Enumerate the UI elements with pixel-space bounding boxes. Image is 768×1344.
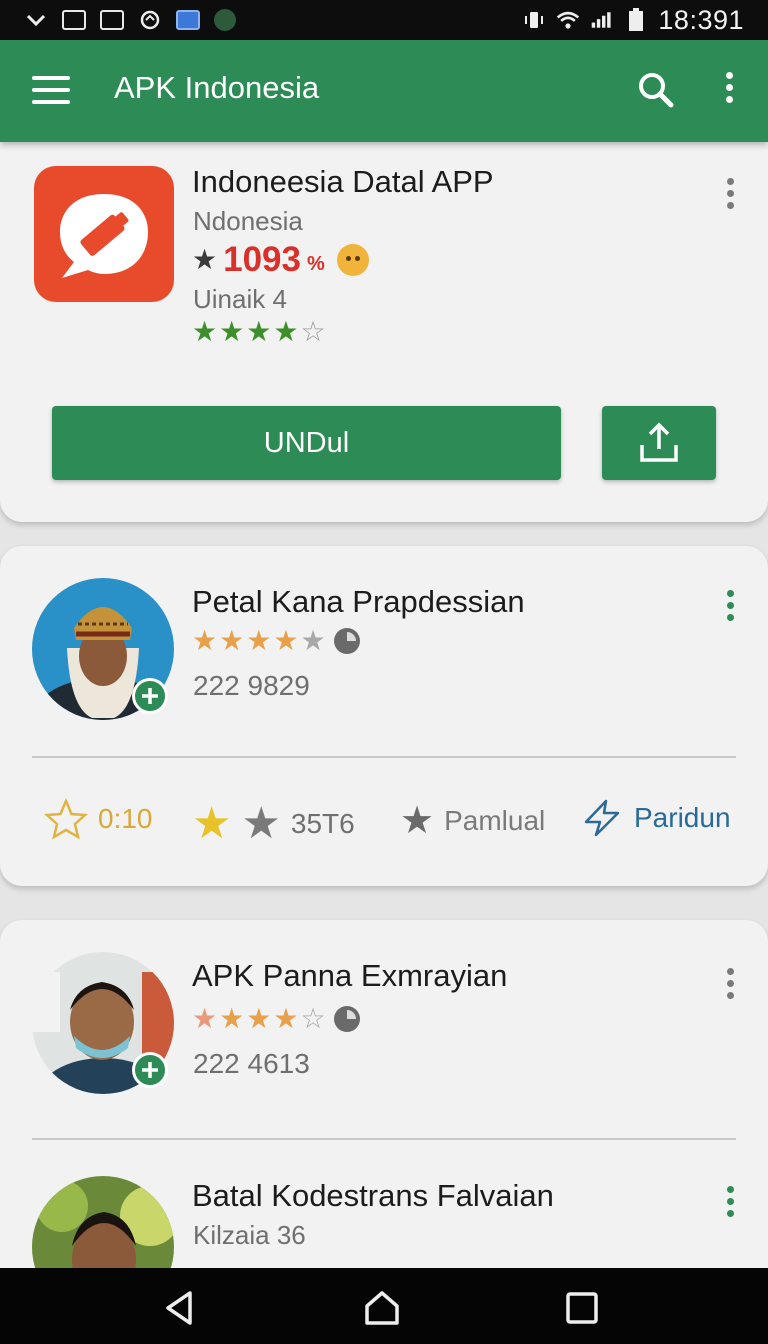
app-title: APK Panna Exmrayian (192, 958, 508, 993)
divider (32, 756, 736, 758)
star-outline-icon (44, 798, 88, 840)
recents-icon (566, 1292, 598, 1324)
featured-app-icon (34, 166, 174, 302)
back-icon (166, 1291, 192, 1325)
stat-star-value[interactable]: 0:10 (44, 798, 153, 840)
status-time: 18:391 (658, 4, 744, 35)
app-list-card[interactable]: Petal Kana Prapdessian ★ ★ ★ ★ ★ 222 982… (0, 546, 768, 886)
app-count: 222 4613 (193, 1048, 310, 1079)
add-badge-icon[interactable] (132, 678, 168, 714)
add-badge-icon[interactable] (132, 1052, 168, 1088)
app-stars: ★ ★ ★ ★ ☆ (192, 1004, 362, 1034)
star-filled-icon: ★ (246, 316, 272, 347)
battery-icon (624, 8, 648, 31)
featured-app-rating: ★ 1093 % (192, 240, 369, 280)
stats-row: 0:10 ★ ★ 35T6 ★ Pamlual Paridun (0, 786, 768, 849)
search-icon (639, 73, 674, 108)
app-menu[interactable] (724, 968, 736, 999)
home-icon (365, 1291, 399, 1325)
star-filled-icon: ★ (273, 1003, 299, 1034)
star-filled-icon: ★ (192, 799, 232, 848)
app-bar: APK Indonesia (0, 40, 768, 142)
featured-app-meta: Uinaik 4 (193, 284, 287, 314)
app-list-card[interactable]: APK Panna Exmrayian ★ ★ ★ ★ ☆ 222 4613 B… (0, 920, 768, 1320)
developer-avatar (32, 952, 174, 1094)
app-count: 222 9829 (193, 670, 310, 701)
star-half-icon: ☆ (300, 316, 326, 347)
app-title: Petal Kana Prapdessian (192, 584, 525, 619)
vibrate-icon (522, 10, 546, 30)
star-filled-icon: ★ (273, 316, 299, 347)
download-button[interactable]: UNDul (52, 406, 561, 480)
clock-icon (333, 628, 360, 654)
app-icon (214, 9, 236, 31)
recents-button[interactable] (562, 1288, 602, 1328)
share-upload-icon (640, 422, 678, 462)
overflow-menu-button[interactable] (720, 72, 738, 112)
app-subtitle: Kilzaia 36 (193, 1220, 306, 1250)
star-filled-icon: ★ (400, 800, 435, 842)
app-title: Batal Kodestrans Falvaian (192, 1178, 554, 1213)
star-half-icon: ☆ (300, 1003, 326, 1034)
featured-app-card[interactable]: Indoneesia Datal APP Ndonesia ★ 1093 % U… (0, 140, 768, 522)
star-filled-icon: ★ (192, 625, 218, 656)
clock-icon (333, 1006, 360, 1032)
calendar-icon (176, 10, 200, 30)
chevron-down-icon (24, 10, 48, 30)
search-button[interactable] (636, 70, 676, 110)
back-button[interactable] (160, 1288, 200, 1328)
star-filled-icon: ★ (192, 1003, 218, 1034)
home-button[interactable] (362, 1288, 402, 1328)
star-empty-icon: ★ (300, 625, 326, 656)
star-filled-icon: ★ (246, 1003, 272, 1034)
emoji-face-icon (336, 244, 369, 276)
star-filled-icon: ★ (246, 625, 272, 656)
app-title: APK Indonesia (114, 70, 320, 105)
star-filled-icon: ★ (219, 1003, 245, 1034)
star-icon: ★ (192, 244, 218, 275)
star-filled-icon: ★ (192, 316, 218, 347)
featured-app-menu[interactable] (724, 178, 736, 209)
share-button[interactable] (602, 406, 716, 480)
featured-app-stars: ★ ★ ★ ★ ☆ (192, 318, 326, 346)
wifi-icon (556, 10, 580, 30)
status-icons-right: 18:391 (522, 5, 744, 36)
keyboard-icon (62, 10, 86, 30)
featured-app-subtitle: Ndonesia (193, 206, 303, 236)
app-stars: ★ ★ ★ ★ ★ (192, 626, 362, 656)
sync-icon (138, 10, 162, 30)
stat-label-a[interactable]: ★ Pamlual (400, 798, 545, 843)
rating-value: 1093 (223, 240, 301, 279)
star-filled-icon: ★ (219, 625, 245, 656)
divider (32, 1138, 736, 1140)
stat-star-count[interactable]: ★ ★ 35T6 (192, 798, 355, 849)
star-filled-icon: ★ (219, 316, 245, 347)
lightning-icon (584, 799, 620, 837)
app-menu[interactable] (724, 1186, 736, 1217)
app-menu[interactable] (724, 590, 736, 621)
stat-label-b[interactable]: Paridun (580, 798, 731, 838)
menu-button[interactable] (32, 76, 70, 106)
star-filled-icon: ★ (273, 625, 299, 656)
hamburger-icon (32, 76, 70, 80)
signal-icon (590, 10, 614, 30)
star-filled-icon: ★ (241, 799, 281, 848)
status-icons-left (24, 9, 236, 31)
developer-avatar (32, 578, 174, 720)
rating-unit: % (306, 252, 325, 275)
status-bar: 18:391 (0, 0, 768, 40)
image-icon (100, 10, 124, 30)
featured-app-title: Indoneesia Datal APP (192, 164, 494, 199)
system-nav-bar (0, 1268, 768, 1344)
